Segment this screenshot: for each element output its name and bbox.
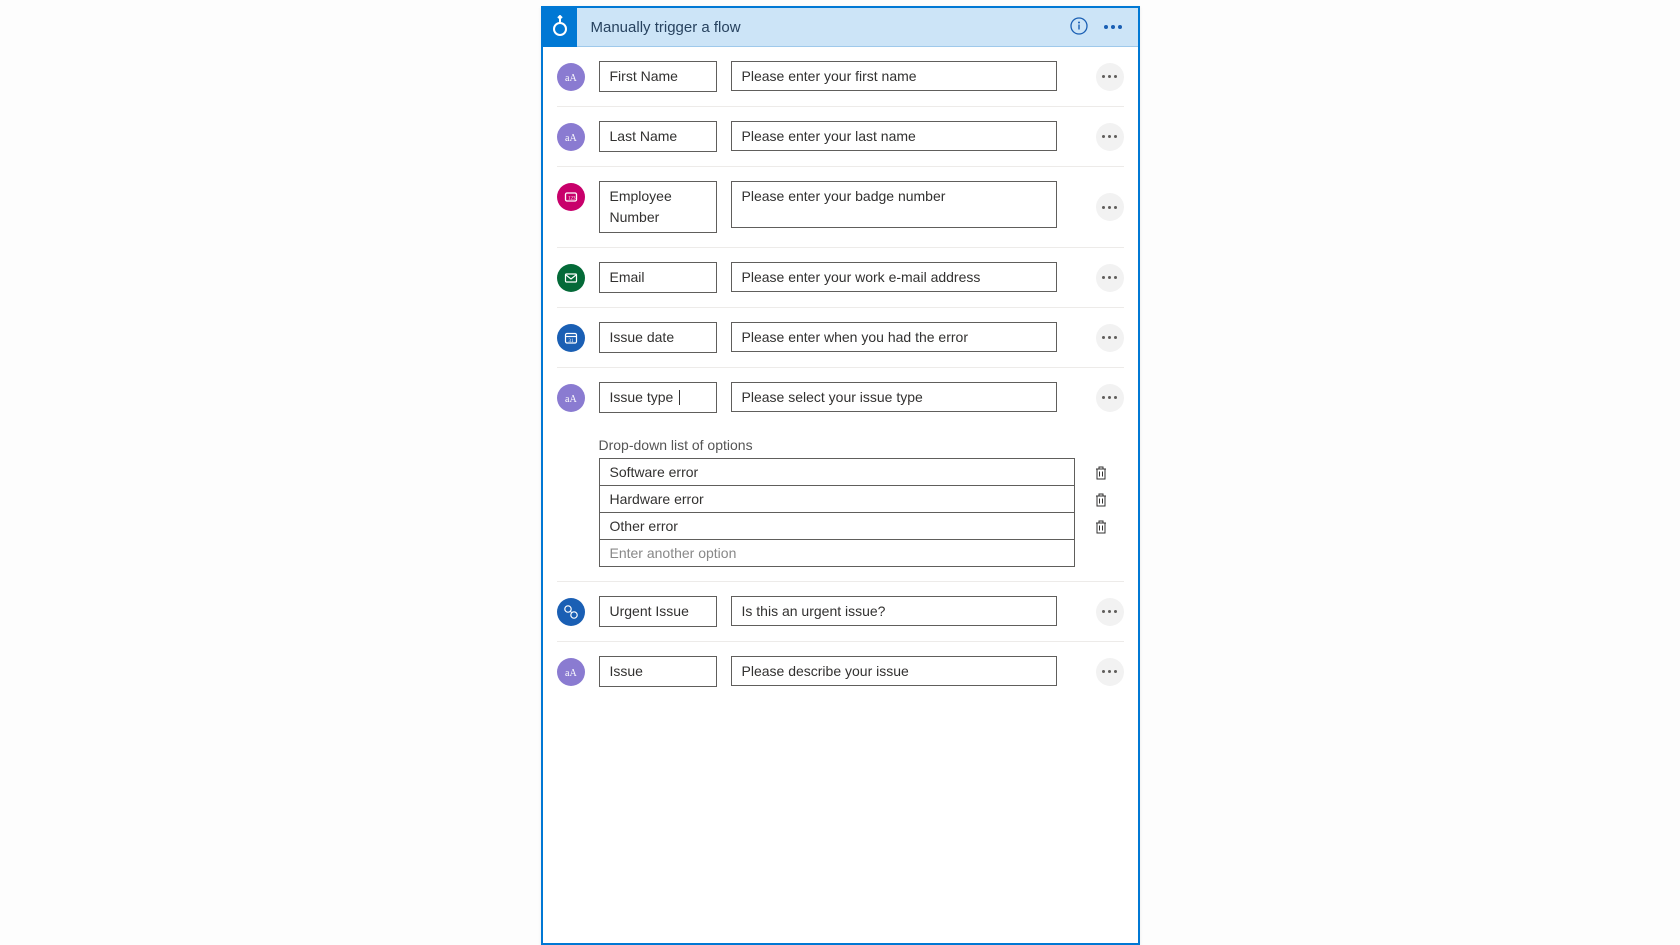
input-label[interactable]: Issue type [599, 382, 717, 413]
input-row-issue-type: aA Issue type Please select your issue t… [557, 368, 1124, 582]
row-menu-button[interactable] [1096, 324, 1124, 352]
row-menu-button[interactable] [1096, 658, 1124, 686]
number-icon: 123 [557, 183, 585, 211]
input-description[interactable]: Please enter your badge number [731, 181, 1057, 228]
dropdown-option-input[interactable] [599, 512, 1075, 540]
row-menu-button[interactable] [1096, 384, 1124, 412]
dropdown-options-label: Drop-down list of options [599, 437, 1124, 453]
row-menu-button[interactable] [1096, 264, 1124, 292]
input-description[interactable]: Please describe your issue [731, 656, 1057, 686]
row-menu-button[interactable] [1096, 193, 1124, 221]
card-body: aA First Name Please enter your first na… [543, 47, 1138, 701]
row-menu-button[interactable] [1096, 598, 1124, 626]
input-description[interactable]: Please select your issue type [731, 382, 1057, 412]
svg-text:aA: aA [565, 394, 577, 405]
info-icon[interactable] [1070, 17, 1088, 38]
input-label[interactable]: Last Name [599, 121, 717, 152]
trigger-icon [543, 8, 577, 47]
input-description[interactable]: Please enter your first name [731, 61, 1057, 91]
delete-option-button[interactable] [1091, 492, 1111, 508]
dropdown-option-row [599, 540, 1124, 567]
input-description[interactable]: Is this an urgent issue? [731, 596, 1057, 626]
dropdown-option-row [599, 486, 1124, 513]
svg-text:aA: aA [565, 133, 577, 144]
svg-text:aA: aA [565, 73, 577, 84]
svg-text:123: 123 [568, 197, 576, 202]
trigger-card: Manually trigger a flow aA First Name Pl… [541, 6, 1140, 945]
dropdown-option-input[interactable] [599, 485, 1075, 513]
input-row-last-name: aA Last Name Please enter your last name [557, 107, 1124, 167]
input-label[interactable]: First Name [599, 61, 717, 92]
date-icon: 31 [557, 324, 585, 352]
text-icon: aA [557, 123, 585, 151]
dropdown-option-row [599, 459, 1124, 486]
input-label-text: Issue type [610, 387, 674, 408]
text-icon: aA [557, 384, 585, 412]
input-label[interactable]: Employee Number [599, 181, 717, 233]
email-icon [557, 264, 585, 292]
input-label[interactable]: Urgent Issue [599, 596, 717, 627]
dropdown-option-row [599, 513, 1124, 540]
delete-option-button[interactable] [1091, 465, 1111, 481]
delete-option-button[interactable] [1091, 519, 1111, 535]
text-cursor-icon [679, 390, 680, 405]
yes-no-icon [557, 598, 585, 626]
input-description[interactable]: Please enter your last name [731, 121, 1057, 151]
input-label[interactable]: Issue date [599, 322, 717, 353]
dropdown-options-section: Drop-down list of options [557, 427, 1124, 567]
input-row-issue: aA Issue Please describe your issue [557, 642, 1124, 701]
row-menu-button[interactable] [1096, 63, 1124, 91]
text-icon: aA [557, 63, 585, 91]
card-header[interactable]: Manually trigger a flow [543, 8, 1138, 47]
input-row-urgent-issue: Urgent Issue Is this an urgent issue? [557, 582, 1124, 642]
more-options-icon[interactable] [1104, 25, 1122, 29]
input-row-first-name: aA First Name Please enter your first na… [557, 47, 1124, 107]
dropdown-option-input[interactable] [599, 458, 1075, 486]
input-row-issue-date: 31 Issue date Please enter when you had … [557, 308, 1124, 368]
svg-text:aA: aA [565, 668, 577, 679]
input-label[interactable]: Email [599, 262, 717, 293]
input-label[interactable]: Issue [599, 656, 717, 687]
row-menu-button[interactable] [1096, 123, 1124, 151]
text-icon: aA [557, 658, 585, 686]
input-description[interactable]: Please enter when you had the error [731, 322, 1057, 352]
input-row-email: Email Please enter your work e-mail addr… [557, 248, 1124, 308]
input-row-employee-number: 123 Employee Number Please enter your ba… [557, 167, 1124, 248]
dropdown-add-option-input[interactable] [599, 539, 1075, 567]
input-description[interactable]: Please enter your work e-mail address [731, 262, 1057, 292]
svg-text:31: 31 [568, 339, 574, 344]
card-title: Manually trigger a flow [591, 19, 1056, 36]
